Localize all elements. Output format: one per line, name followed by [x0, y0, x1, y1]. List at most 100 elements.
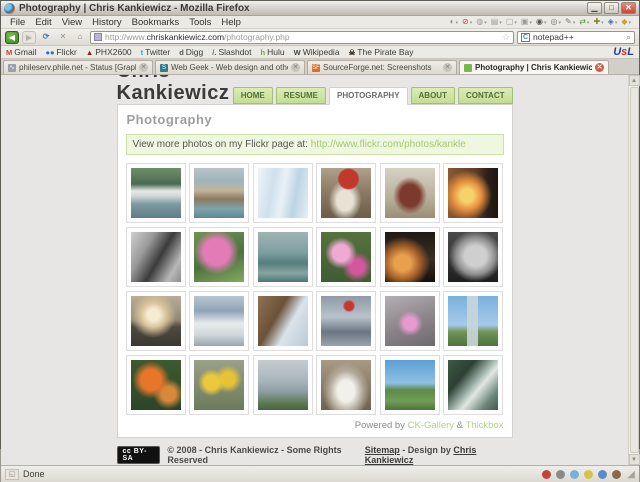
- photo-card[interactable]: [316, 163, 377, 223]
- site-nav-photography[interactable]: PHOTOGRAPHY: [329, 87, 408, 105]
- photo-card[interactable]: [189, 291, 250, 351]
- user-extension-icon[interactable]: ◍: [476, 17, 487, 28]
- forward-button[interactable]: ▶: [22, 30, 36, 44]
- menu-history[interactable]: History: [87, 17, 127, 28]
- key-extension-icon[interactable]: ◆: [621, 17, 631, 28]
- photo-thumb-niagara-falls[interactable]: [257, 168, 308, 218]
- photo-thumb-beach-sunset[interactable]: [130, 296, 181, 346]
- photo-card[interactable]: [252, 355, 313, 415]
- photo-card[interactable]: [125, 227, 186, 287]
- ck-gallery-link[interactable]: CK-Gallery: [408, 420, 454, 431]
- search-input[interactable]: notepad++: [533, 32, 623, 42]
- panel-extension-icon[interactable]: ▤: [491, 17, 502, 28]
- photo-thumb-stormy-mist[interactable]: [257, 232, 308, 282]
- photo-thumb-clouds-over-snow[interactable]: [194, 296, 245, 346]
- thickbox-link[interactable]: Thickbox: [465, 420, 503, 431]
- site-nav-resume[interactable]: RESUME: [275, 87, 326, 104]
- tab-3[interactable]: SF SourceForge.net: Screenshots ✕: [307, 60, 457, 74]
- photo-card[interactable]: [379, 163, 440, 223]
- photo-thumb-falls-over-rocks[interactable]: [257, 296, 308, 346]
- search-box[interactable]: C notepad++ ⌕: [517, 30, 635, 44]
- photo-card[interactable]: [252, 163, 313, 223]
- photo-card[interactable]: [316, 227, 377, 287]
- photo-thumb-canadian-flag[interactable]: [321, 296, 372, 346]
- photo-card[interactable]: [443, 355, 504, 415]
- menu-bookmarks[interactable]: Bookmarks: [127, 17, 185, 28]
- tab-4[interactable]: Photography | Chris Kankiewicz ✕: [459, 60, 609, 74]
- bookmark-star-icon[interactable]: ☆: [502, 32, 510, 43]
- block-extension-icon[interactable]: ⊘: [462, 17, 472, 28]
- address-bar[interactable]: http://www.chriskankiewicz.com/photograp…: [90, 30, 514, 44]
- menu-tools[interactable]: Tools: [184, 17, 216, 28]
- frame-extension-icon[interactable]: ▢: [506, 17, 517, 28]
- photo-thumb-rock-flower[interactable]: [384, 296, 435, 346]
- vertical-scrollbar[interactable]: ▲ ▼: [628, 75, 640, 465]
- disc-extension-icon[interactable]: ◉: [536, 17, 547, 28]
- photo-card[interactable]: [189, 163, 250, 223]
- sync-extension-icon[interactable]: ⇄: [579, 17, 589, 28]
- photo-thumb-glass-tower[interactable]: [448, 296, 499, 346]
- tool-extension-icon[interactable]: ✚: [593, 17, 603, 28]
- close-button[interactable]: ✕: [621, 2, 636, 14]
- tab-close-icon[interactable]: ✕: [595, 63, 604, 72]
- photo-thumb-beach-crowd[interactable]: [194, 168, 245, 218]
- maximize-button[interactable]: □: [604, 2, 619, 14]
- bookmark-wikipedia[interactable]: W Wikipedia: [294, 47, 340, 57]
- site-nav-contact[interactable]: CONTACT: [457, 87, 513, 104]
- photo-card[interactable]: [189, 355, 250, 415]
- photo-card[interactable]: [379, 291, 440, 351]
- minimize-button[interactable]: ▁: [587, 2, 602, 14]
- bookmark-hulu[interactable]: h Hulu: [261, 47, 285, 57]
- photo-thumb-pink-bleeding-hearts[interactable]: [194, 232, 245, 282]
- bookmark-slashdot[interactable]: /. Slashdot: [212, 47, 251, 57]
- photo-thumb-bw-woman[interactable]: [130, 232, 181, 282]
- site-nav-home[interactable]: HOME: [232, 87, 273, 104]
- site-nav-about[interactable]: ABOUT: [410, 87, 455, 104]
- photo-card[interactable]: [443, 227, 504, 287]
- photo-card[interactable]: [316, 355, 377, 415]
- reload-button[interactable]: ⟳: [39, 31, 53, 44]
- menu-edit[interactable]: Edit: [30, 17, 56, 28]
- globe-extension-icon[interactable]: ◐: [450, 17, 458, 28]
- scroll-down-icon[interactable]: ▼: [628, 454, 640, 465]
- tab-close-icon[interactable]: ✕: [443, 63, 452, 72]
- menu-help[interactable]: Help: [216, 17, 246, 28]
- photo-thumb-dog-red-hat[interactable]: [321, 168, 372, 218]
- photo-card[interactable]: [443, 163, 504, 223]
- stop-button[interactable]: ✕: [56, 31, 70, 44]
- bookmark-flickr[interactable]: ●● Flickr: [45, 47, 76, 57]
- sitemap-link[interactable]: Sitemap: [365, 445, 400, 455]
- menu-file[interactable]: File: [5, 17, 30, 28]
- photo-card[interactable]: [189, 227, 250, 287]
- photo-thumb-night-sky-glow[interactable]: [384, 232, 435, 282]
- photo-thumb-sunset-silhouette[interactable]: [448, 168, 499, 218]
- book-extension-icon[interactable]: ◈: [608, 17, 618, 28]
- photo-card[interactable]: [125, 163, 186, 223]
- photo-thumb-cosmos-flowers[interactable]: [321, 232, 372, 282]
- flickr-link[interactable]: http://www.flickr.com/photos/kankle: [311, 139, 466, 150]
- photo-card[interactable]: [252, 291, 313, 351]
- shield-status-icon[interactable]: [584, 469, 594, 479]
- photo-card[interactable]: [125, 355, 186, 415]
- bookmark-twitter[interactable]: t Twitter: [141, 47, 171, 57]
- photo-thumb-boat-on-lake[interactable]: [130, 168, 181, 218]
- photo-thumb-yellow-flowers[interactable]: [194, 360, 245, 410]
- home-button[interactable]: ⌂: [73, 31, 87, 44]
- photo-thumb-boy-standing[interactable]: [384, 168, 435, 218]
- photo-thumb-river-mist[interactable]: [257, 360, 308, 410]
- tab-1[interactable]: ∿phileserv.phile.net - Status [Graph|Tra…: [3, 60, 153, 74]
- ring-extension-icon[interactable]: ◎: [551, 17, 562, 28]
- back-button[interactable]: ◀: [5, 30, 19, 44]
- bookmark-phx2600[interactable]: ▲ PHX2600: [86, 47, 132, 57]
- adblock-status-icon[interactable]: [542, 469, 552, 479]
- bookmark-digg[interactable]: d Digg: [179, 47, 203, 57]
- bookmark-gmail[interactable]: M Gmail: [6, 47, 36, 57]
- plug-status-icon[interactable]: [556, 469, 566, 479]
- weather-status-icon[interactable]: [570, 469, 580, 479]
- tab-close-icon[interactable]: ✕: [139, 63, 148, 72]
- bookmark-the-pirate-bay[interactable]: ☠ The Pirate Bay: [349, 47, 414, 57]
- scroll-up-icon[interactable]: ▲: [628, 75, 640, 86]
- scrollbar-thumb[interactable]: [629, 87, 639, 453]
- tab-2[interactable]: SWeb Geek - Web design and other proj...…: [155, 60, 305, 74]
- moon-status-icon[interactable]: [598, 469, 608, 479]
